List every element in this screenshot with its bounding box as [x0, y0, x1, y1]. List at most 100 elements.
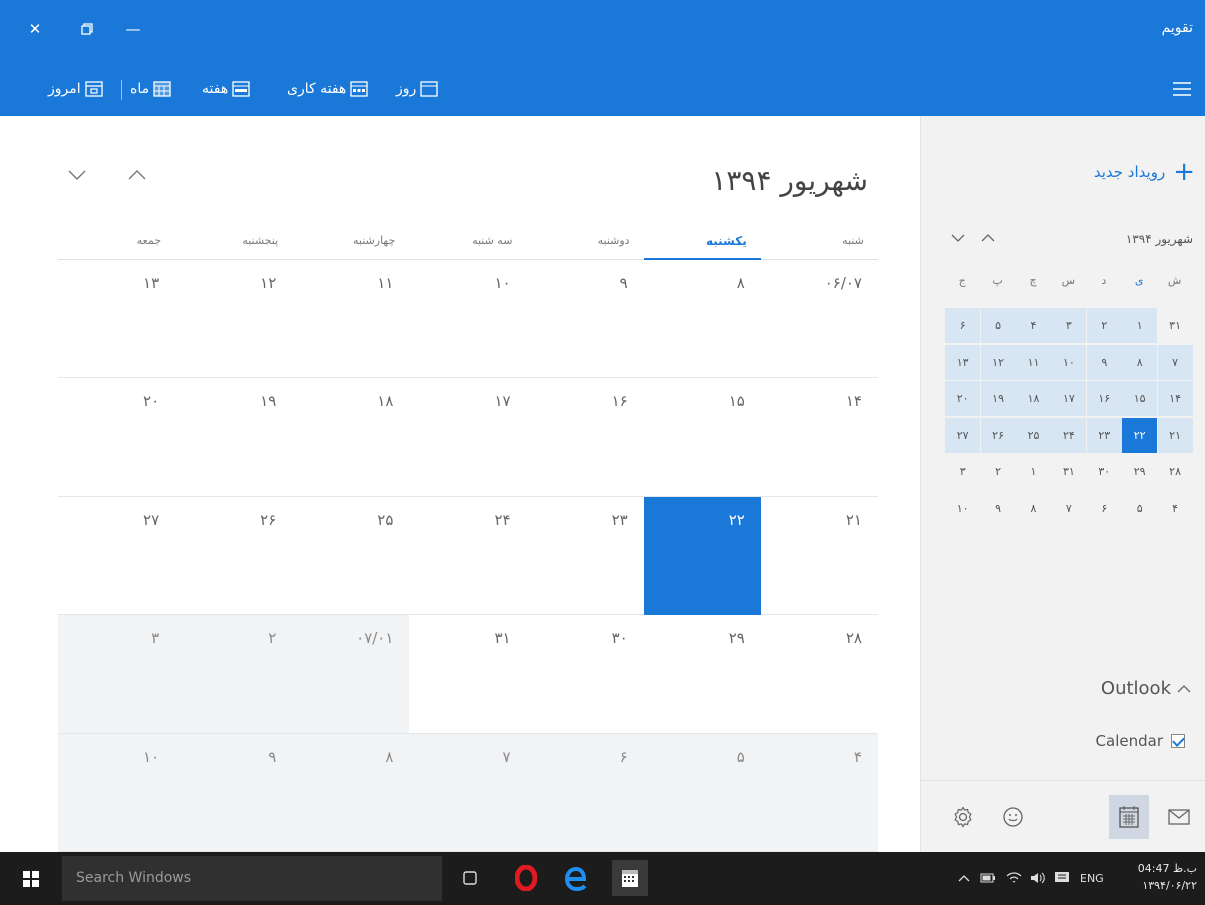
calendar-checkbox[interactable] — [1171, 734, 1185, 748]
mini-day[interactable]: ۱۴ — [1157, 381, 1193, 416]
mini-day[interactable]: ۱۲ — [980, 344, 1016, 380]
day-cell[interactable]: ۰۷/۰۱ — [292, 615, 410, 734]
mini-calendar-title[interactable]: شهریور ۱۳۹۴ — [1126, 232, 1193, 246]
day-cell[interactable]: ۱۴ — [760, 378, 878, 497]
mini-previous-chevron-up-icon[interactable] — [981, 228, 995, 247]
restore-icon[interactable] — [70, 12, 104, 46]
mini-day[interactable]: ۵ — [1122, 491, 1157, 526]
day-cell[interactable]: ۲۶ — [175, 497, 293, 616]
mini-day[interactable]: ۲۷ — [945, 417, 981, 453]
mini-day[interactable]: ۳ — [945, 454, 980, 489]
day-cell[interactable]: ۶ — [526, 733, 644, 852]
mail-envelope-icon[interactable] — [1159, 795, 1199, 839]
mini-day[interactable]: ۸ — [1016, 491, 1051, 526]
day-cell[interactable]: ۲ — [175, 615, 293, 734]
notifications-icon[interactable] — [1054, 866, 1070, 890]
day-cell[interactable]: ۲۷ — [58, 497, 176, 616]
day-view-button[interactable]: روز — [396, 76, 438, 102]
day-cell[interactable]: ۳۱ — [409, 615, 527, 734]
day-cell[interactable]: ۳ — [58, 615, 176, 734]
taskbar-search-input[interactable]: Search Windows — [62, 856, 442, 901]
mini-day[interactable]: ۹ — [981, 491, 1016, 526]
mini-day[interactable]: ۳۰ — [1087, 454, 1122, 489]
mini-day[interactable]: ۴ — [1016, 308, 1051, 343]
mini-day[interactable]: ۲۶ — [980, 417, 1016, 453]
work-week-view-button[interactable]: هفته کاری — [287, 76, 368, 102]
battery-icon[interactable] — [980, 866, 996, 890]
mini-day-today[interactable]: ۲۲ — [1122, 417, 1158, 453]
mini-day[interactable]: ۲۸ — [1158, 454, 1193, 489]
mini-day[interactable]: ۱۹ — [980, 381, 1016, 416]
day-cell[interactable]: ۱۰ — [409, 260, 527, 379]
mini-day[interactable]: ۱۰ — [945, 491, 980, 526]
day-cell[interactable]: ۸ — [292, 733, 410, 852]
today-button[interactable]: امروز — [48, 76, 103, 102]
day-cell[interactable]: ۱۳ — [58, 260, 176, 379]
week-view-button[interactable]: هفته — [202, 76, 250, 102]
next-month-chevron-down-icon[interactable] — [62, 160, 92, 190]
taskbar-clock[interactable]: 04:47 ب.ظ ۱۳۹۴/۰۶/۲۲ — [1138, 860, 1197, 894]
day-cell[interactable]: ۴ — [760, 733, 878, 852]
mini-day[interactable]: ۱۵ — [1122, 381, 1158, 416]
day-cell[interactable]: ۲۴ — [409, 497, 527, 616]
windows-start-icon[interactable] — [0, 852, 62, 905]
mini-day[interactable]: ۳۱ — [1158, 308, 1193, 343]
mini-day[interactable]: ۱۶ — [1086, 381, 1122, 416]
mini-day[interactable]: ۶ — [945, 308, 981, 343]
mini-day[interactable]: ۹ — [1086, 344, 1122, 380]
day-cell[interactable]: ۲۵ — [292, 497, 410, 616]
calendar-toggle[interactable]: Calendar — [1096, 732, 1185, 750]
input-language-indicator[interactable]: ENG — [1080, 866, 1104, 890]
day-cell[interactable]: ۲۱ — [760, 497, 878, 616]
day-cell[interactable]: ۱۶ — [526, 378, 644, 497]
settings-gear-icon[interactable] — [943, 795, 983, 839]
mini-day[interactable]: ۲ — [1086, 308, 1122, 343]
calendar-app-icon[interactable] — [1109, 795, 1149, 839]
day-cell[interactable]: ۱۵ — [643, 378, 761, 497]
day-cell[interactable]: ۱۸ — [292, 378, 410, 497]
day-cell[interactable]: ۹ — [526, 260, 644, 379]
hamburger-menu-icon[interactable] — [1169, 76, 1195, 102]
mini-day[interactable]: ۱۱ — [1016, 344, 1051, 380]
day-cell[interactable]: ۳۰ — [526, 615, 644, 734]
day-cell-today[interactable]: ۲۲ — [643, 496, 761, 616]
mini-day[interactable]: ۱۳ — [945, 344, 981, 380]
mini-day[interactable]: ۲۱ — [1157, 417, 1193, 453]
day-cell[interactable]: ۷ — [409, 733, 527, 852]
day-cell[interactable]: ۲۳ — [526, 497, 644, 616]
outlook-account-header[interactable]: Outlook — [1101, 678, 1191, 699]
mini-day[interactable]: ۶ — [1087, 491, 1122, 526]
new-event-button[interactable]: + رویداد جدید — [1094, 159, 1195, 185]
month-view-button[interactable]: ماه — [130, 76, 171, 102]
opera-browser-icon[interactable] — [508, 860, 544, 896]
day-cell[interactable]: ۲۹ — [643, 615, 761, 734]
taskbar-calendar-icon[interactable] — [612, 860, 648, 896]
close-icon[interactable]: ✕ — [18, 12, 52, 46]
mini-day[interactable]: ۲ — [981, 454, 1016, 489]
previous-month-chevron-up-icon[interactable] — [122, 160, 152, 190]
day-cell[interactable]: ۱۲ — [175, 260, 293, 379]
mini-next-chevron-down-icon[interactable] — [951, 228, 965, 247]
day-cell[interactable]: ۱۷ — [409, 378, 527, 497]
mini-day[interactable]: ۲۳ — [1086, 417, 1122, 453]
mini-day[interactable]: ۲۰ — [945, 381, 981, 416]
feedback-smiley-icon[interactable] — [993, 795, 1033, 839]
mini-day[interactable]: ۲۹ — [1122, 454, 1157, 489]
mini-day[interactable]: ۸ — [1122, 344, 1158, 380]
edge-browser-icon[interactable] — [558, 860, 594, 896]
day-cell[interactable]: ۱۰ — [58, 733, 176, 852]
mini-day[interactable]: ۳۱ — [1051, 454, 1086, 489]
mini-day[interactable]: ۱ — [1122, 308, 1158, 343]
day-cell[interactable]: ۵ — [643, 733, 761, 852]
day-cell[interactable]: ۲۰ — [58, 378, 176, 497]
day-cell[interactable]: ۱۹ — [175, 378, 293, 497]
mini-day[interactable]: ۱۰ — [1051, 344, 1087, 380]
mini-day[interactable]: ۱۸ — [1016, 381, 1051, 416]
mini-day[interactable]: ۳ — [1051, 308, 1087, 343]
mini-day[interactable]: ۷ — [1157, 344, 1193, 380]
day-cell[interactable]: ۱۱ — [292, 260, 410, 379]
day-cell[interactable]: ۰۶/۰۷ — [760, 260, 878, 379]
volume-icon[interactable] — [1030, 866, 1046, 890]
mini-day[interactable]: ۴ — [1158, 491, 1193, 526]
minimize-icon[interactable]: — — [116, 12, 150, 46]
